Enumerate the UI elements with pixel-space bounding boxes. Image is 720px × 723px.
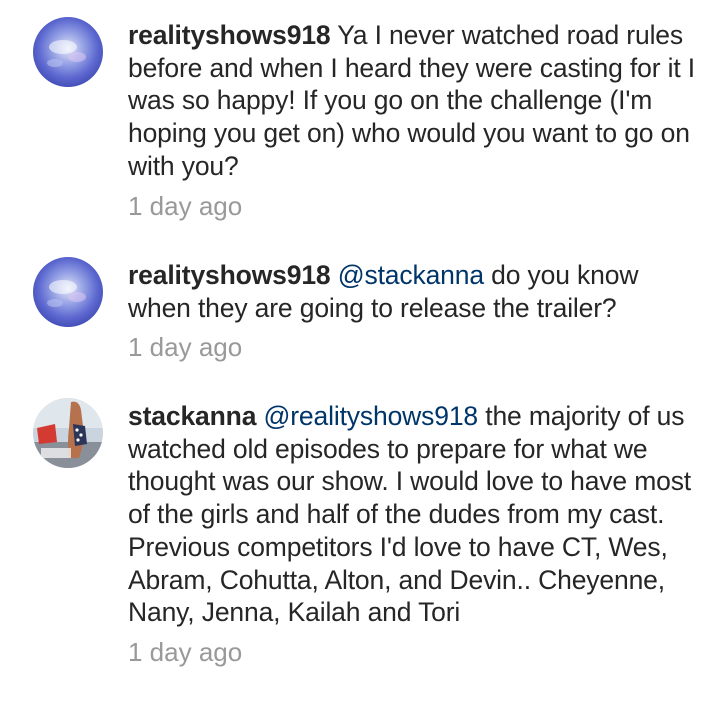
comment-text: stackanna @realityshows918 the majority … [128, 400, 703, 629]
avatar[interactable] [33, 17, 103, 87]
avatar-image [33, 17, 103, 87]
comment-mention[interactable]: @realityshows918 [264, 401, 479, 431]
comments-screen: { "comments": [ { "username": "realitysh… [0, 0, 720, 723]
comment-text: realityshows918 Ya I never watched road … [128, 19, 703, 183]
comment-mention[interactable]: @stackanna [338, 260, 484, 290]
comment-text: realityshows918 @stackanna do you know w… [128, 259, 703, 324]
avatar[interactable] [33, 257, 103, 327]
comment-username[interactable]: realityshows918 [128, 260, 331, 290]
comment-timestamp: 1 day ago [128, 332, 243, 363]
comment-username[interactable]: stackanna [128, 401, 256, 431]
avatar-image [33, 257, 103, 327]
comment-timestamp: 1 day ago [128, 636, 243, 667]
avatar[interactable] [33, 398, 103, 468]
comment-username[interactable]: realityshows918 [128, 20, 331, 50]
comment-timestamp: 1 day ago [128, 190, 243, 221]
avatar-image [33, 398, 103, 468]
comment-message: the majority of us watched old episodes … [128, 401, 692, 628]
